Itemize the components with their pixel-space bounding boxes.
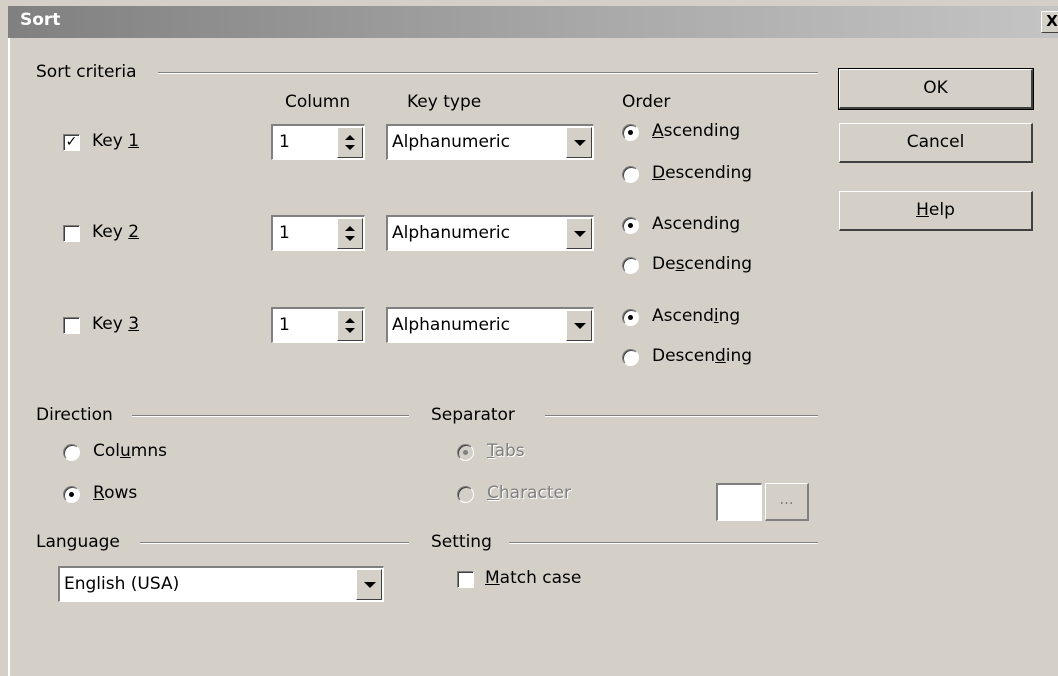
radio-dot-icon [463, 450, 468, 455]
spin-up-icon[interactable] [345, 226, 355, 231]
key-2-ascending-label[interactable]: Ascending [652, 214, 740, 234]
key-1-ascending-label[interactable]: Ascending [652, 121, 740, 141]
key-2-descending-label[interactable]: Descending [652, 254, 752, 274]
spin-up-icon[interactable] [345, 318, 355, 323]
columns-label[interactable]: Columns [93, 441, 167, 461]
radio-dot-icon [69, 492, 74, 497]
key-1-column-spinner[interactable]: 1 [271, 124, 365, 160]
dropdown-button[interactable] [566, 218, 592, 249]
dialog-border [8, 38, 10, 676]
radio-dot-icon [628, 130, 633, 135]
key-1-type-value: Alphanumeric [392, 132, 510, 152]
dropdown-button[interactable] [356, 569, 382, 600]
help-button[interactable]: Help [839, 191, 1033, 231]
close-button[interactable]: X [1041, 11, 1058, 33]
check-icon: ✓ [65, 134, 78, 150]
language-value: English (USA) [64, 574, 180, 594]
key-3-ascending-label[interactable]: Ascending [652, 306, 740, 326]
language-legend: Language [36, 532, 128, 552]
key-3-descending-label[interactable]: Descending [652, 346, 752, 366]
chevron-down-icon [574, 231, 586, 237]
key-2-descending-radio[interactable] [622, 257, 639, 274]
key-2-checkbox[interactable] [63, 225, 80, 242]
key-2-type-select[interactable]: Alphanumeric [386, 215, 594, 251]
spin-buttons[interactable] [337, 127, 363, 158]
chevron-down-icon [574, 140, 586, 146]
sort-criteria-divider [158, 72, 818, 74]
separator-divider [545, 415, 818, 417]
spin-down-icon[interactable] [345, 236, 355, 241]
key-3-type-value: Alphanumeric [392, 315, 510, 335]
key-2-label[interactable]: Key 2 [92, 222, 139, 242]
spin-down-icon[interactable] [345, 328, 355, 333]
key-1-column-value: 1 [279, 132, 290, 152]
key-1-label[interactable]: Key 1 [92, 131, 139, 151]
radio-dot-icon [628, 223, 633, 228]
key-3-type-select[interactable]: Alphanumeric [386, 307, 594, 343]
key-3-descending-radio[interactable] [622, 349, 639, 366]
match-case-checkbox[interactable] [457, 571, 474, 588]
browse-button[interactable]: ... [765, 483, 809, 521]
key-1-ascending-radio[interactable] [622, 124, 639, 141]
spin-up-icon[interactable] [345, 135, 355, 140]
chevron-down-icon [364, 582, 376, 588]
sort-criteria-legend: Sort criteria [36, 62, 145, 82]
character-label[interactable]: Character [487, 483, 571, 503]
key-1-checkbox[interactable]: ✓ [63, 134, 80, 151]
direction-divider [132, 415, 409, 417]
spin-down-icon[interactable] [345, 145, 355, 150]
ok-button[interactable]: OK [838, 68, 1034, 110]
dropdown-button[interactable] [566, 127, 592, 158]
tabs-label[interactable]: Tabs [487, 441, 525, 461]
rows-radio[interactable] [63, 486, 80, 503]
key-3-column-value: 1 [279, 315, 290, 335]
key-1-descending-label[interactable]: Descending [652, 163, 752, 183]
rows-label[interactable]: Rows [93, 483, 137, 503]
spin-buttons[interactable] [337, 218, 363, 249]
window-title: Sort [20, 10, 61, 30]
key-1-descending-radio[interactable] [622, 166, 639, 183]
columns-radio[interactable] [63, 444, 80, 461]
direction-legend: Direction [36, 405, 121, 425]
language-select[interactable]: English (USA) [58, 566, 384, 602]
key-3-ascending-radio[interactable] [622, 309, 639, 326]
key-2-ascending-radio[interactable] [622, 217, 639, 234]
character-radio[interactable] [457, 486, 474, 503]
key-2-type-value: Alphanumeric [392, 223, 510, 243]
close-icon: X [1046, 12, 1058, 30]
title-bar[interactable]: Sort X [8, 6, 1058, 38]
spin-buttons[interactable] [337, 310, 363, 341]
setting-divider [509, 542, 818, 544]
key-2-column-spinner[interactable]: 1 [271, 215, 365, 251]
key-1-type-select[interactable]: Alphanumeric [386, 124, 594, 160]
dropdown-button[interactable] [566, 310, 592, 341]
key-type-header: Key type [407, 92, 482, 112]
cancel-button[interactable]: Cancel [839, 123, 1033, 163]
language-divider [140, 542, 409, 544]
key-3-checkbox[interactable] [63, 317, 80, 334]
setting-legend: Setting [431, 532, 500, 552]
match-case-label[interactable]: Match case [485, 568, 581, 588]
order-header: Order [622, 92, 671, 112]
radio-dot-icon [628, 315, 633, 320]
key-3-label[interactable]: Key 3 [92, 314, 139, 334]
column-header: Column [285, 92, 351, 112]
tabs-radio[interactable] [457, 444, 474, 461]
key-3-column-spinner[interactable]: 1 [271, 307, 365, 343]
chevron-down-icon [574, 323, 586, 329]
separator-legend: Separator [431, 405, 523, 425]
key-2-column-value: 1 [279, 223, 290, 243]
character-input[interactable] [716, 483, 762, 521]
